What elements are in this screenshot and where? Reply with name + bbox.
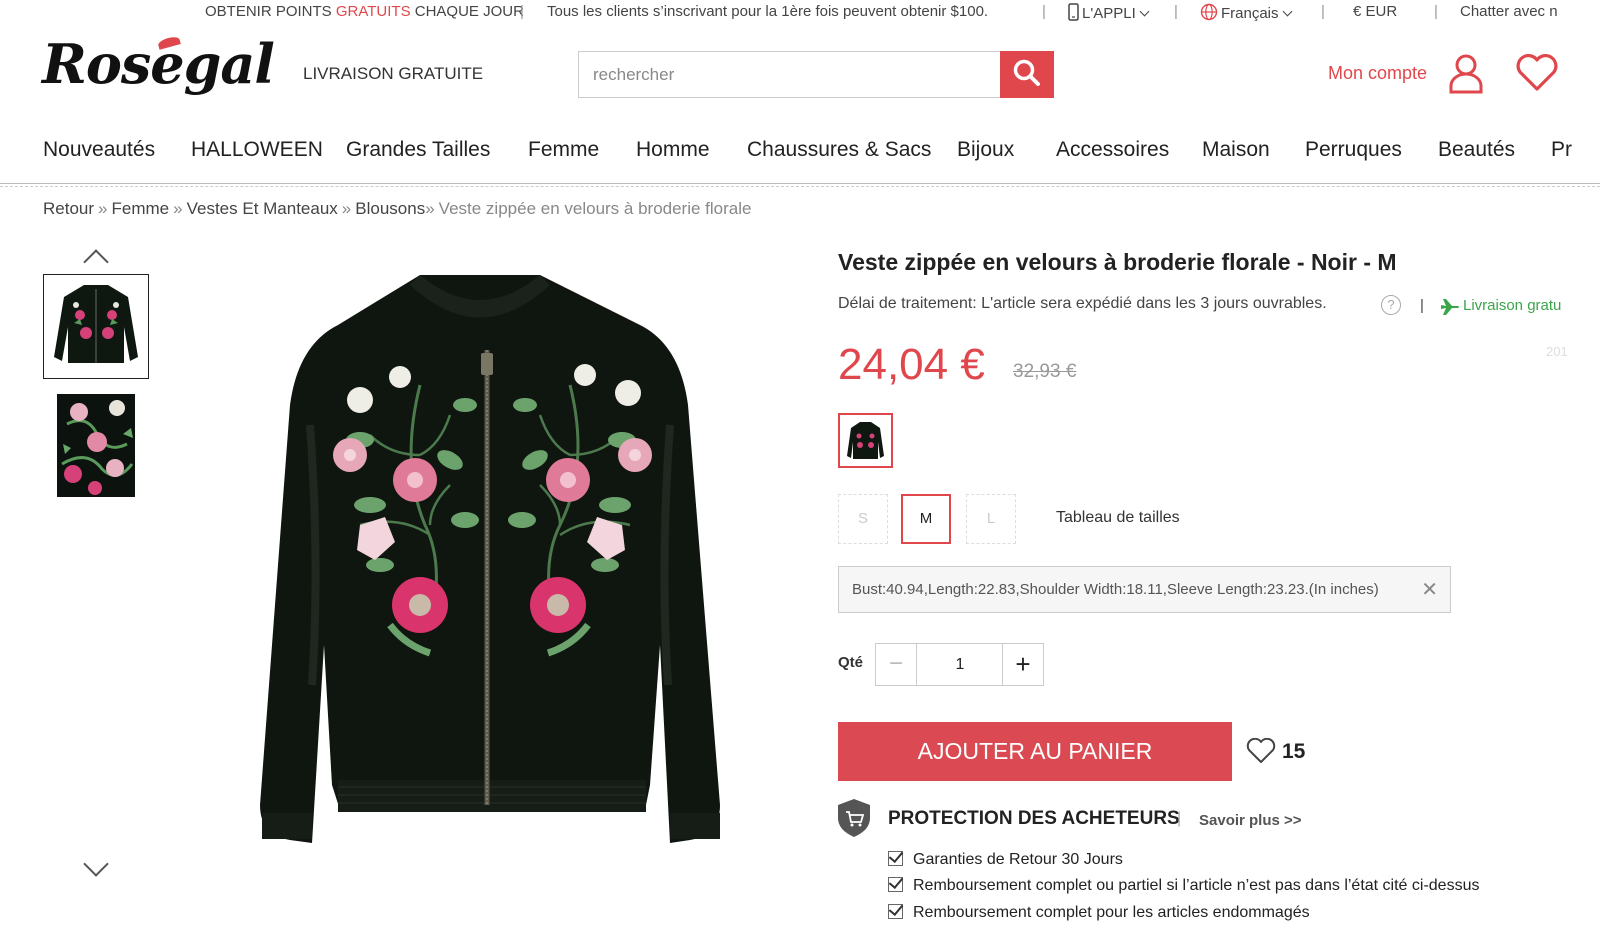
app-menu[interactable]: L'APPLI	[1068, 3, 1150, 22]
nav-item-beautes[interactable]: Beautés	[1438, 138, 1515, 162]
nav-item-chaussures-sacs[interactable]: Chaussures & Sacs	[747, 138, 931, 162]
breadcrumb-femme[interactable]: Femme	[112, 199, 170, 218]
guarantee-item: Garanties de Retour 30 Jours	[888, 849, 1123, 869]
checkbox-checked-icon	[888, 877, 903, 892]
gallery-up-arrow-icon[interactable]	[83, 249, 109, 275]
size-option-l[interactable]: L	[966, 494, 1016, 544]
nav-divider	[0, 183, 1600, 187]
top-bar: OBTENIR POINTS GRATUITS CHAQUE JOUR | To…	[205, 3, 1558, 22]
main-nav: Nouveautés HALLOWEEN Grandes Tailles Fem…	[0, 138, 1600, 168]
thumbnail-1[interactable]	[43, 274, 149, 379]
shield-cart-icon	[838, 799, 870, 837]
breadcrumb-vestes[interactable]: Vestes Et Manteaux	[187, 199, 338, 218]
quantity-label: Qté	[838, 654, 864, 671]
chat-link[interactable]: Chatter avec n	[1460, 3, 1558, 20]
gallery-down-arrow-icon[interactable]	[83, 851, 109, 877]
quantity-stepper: − 1 +	[875, 643, 1044, 686]
chevron-down-icon	[1139, 6, 1150, 17]
logo[interactable]: Rosegal	[42, 32, 275, 96]
help-icon[interactable]: ?	[1381, 295, 1401, 315]
size-option-m[interactable]: M	[901, 494, 951, 544]
guarantee-item: Remboursement complet ou partiel si l’ar…	[888, 875, 1479, 895]
original-price: 32,93 €	[1013, 361, 1077, 382]
plane-icon	[1441, 299, 1459, 315]
nav-item-halloween[interactable]: HALLOWEEN	[191, 138, 323, 162]
learn-more-link[interactable]: Savoir plus >>	[1199, 812, 1302, 829]
buyer-protection-title: PROTECTION DES ACHETEURS	[888, 808, 1180, 829]
nav-item-more[interactable]: Pr	[1551, 138, 1572, 162]
search-icon	[1013, 59, 1040, 86]
chevron-down-icon	[1282, 6, 1292, 17]
search-button[interactable]	[1000, 51, 1054, 98]
jacket-thumbnail-image	[54, 285, 138, 363]
nav-item-femme[interactable]: Femme	[528, 138, 599, 162]
search-input[interactable]	[578, 51, 1002, 98]
breadcrumb-blousons[interactable]: Blousons	[355, 199, 425, 218]
add-to-cart-button[interactable]: AJOUTER AU PANIER	[838, 722, 1232, 781]
points-promo[interactable]: OBTENIR POINTS GRATUITS CHAQUE JOUR	[205, 3, 524, 20]
product-main-image[interactable]	[250, 265, 730, 865]
current-price: 24,04 €	[838, 340, 985, 389]
nav-item-grandes-tailles[interactable]: Grandes Tailles	[346, 138, 490, 162]
product-title: Veste zippée en velours à broderie flora…	[838, 249, 1397, 275]
breadcrumb-back[interactable]: Retour	[43, 199, 94, 218]
wishlist-heart-icon[interactable]	[1246, 738, 1276, 764]
language-select[interactable]: Français	[1200, 3, 1292, 22]
breadcrumb-current: Veste zippée en velours à broderie flora…	[438, 199, 752, 218]
color-swatch-black[interactable]	[838, 413, 893, 468]
nav-item-bijoux[interactable]: Bijoux	[957, 138, 1014, 162]
free-shipping-info[interactable]: Livraison gratu	[1463, 297, 1561, 314]
size-chart-link[interactable]: Tableau de tailles	[1056, 509, 1180, 527]
wishlist-count: 15	[1282, 740, 1306, 763]
thumbnail-2[interactable]	[57, 394, 135, 497]
processing-time: Délai de traitement: L'article sera expé…	[838, 295, 1327, 312]
nav-item-nouveautes[interactable]: Nouveautés	[43, 138, 155, 162]
checkbox-checked-icon	[888, 904, 903, 919]
user-icon[interactable]	[1446, 52, 1486, 94]
breadcrumb: Retour» Femme» Vestes Et Manteaux» Blousons…	[43, 199, 752, 218]
currency-select[interactable]: € EUR	[1353, 3, 1397, 20]
size-option-s[interactable]: S	[838, 494, 888, 544]
guarantee-item: Remboursement complet pour les articles …	[888, 902, 1310, 922]
phone-icon	[1068, 3, 1079, 21]
quantity-increase-button[interactable]: +	[1002, 644, 1043, 685]
jacket-swatch-image	[847, 422, 884, 459]
checkbox-checked-icon	[888, 851, 903, 866]
account-link[interactable]: Mon compte	[1328, 63, 1427, 84]
embroidery-detail-image	[57, 394, 135, 497]
size-measurements: Bust:40.94,Length:22.83,Shoulder Width:1…	[838, 566, 1451, 613]
quantity-decrease-button[interactable]: −	[876, 644, 917, 685]
globe-icon	[1200, 3, 1218, 21]
close-icon[interactable]: ✕	[1421, 577, 1438, 602]
heart-icon[interactable]	[1515, 54, 1559, 92]
nav-item-perruques[interactable]: Perruques	[1305, 138, 1402, 162]
nav-item-accessoires[interactable]: Accessoires	[1056, 138, 1169, 162]
nav-item-maison[interactable]: Maison	[1202, 138, 1270, 162]
free-shipping-label: LIVRAISON GRATUITE	[303, 64, 484, 83]
nav-item-homme[interactable]: Homme	[636, 138, 710, 162]
quantity-input[interactable]: 1	[917, 644, 1003, 685]
faint-text: 201	[1546, 344, 1568, 359]
signup-promo[interactable]: Tous les clients s’inscrivant pour la 1è…	[547, 3, 988, 20]
